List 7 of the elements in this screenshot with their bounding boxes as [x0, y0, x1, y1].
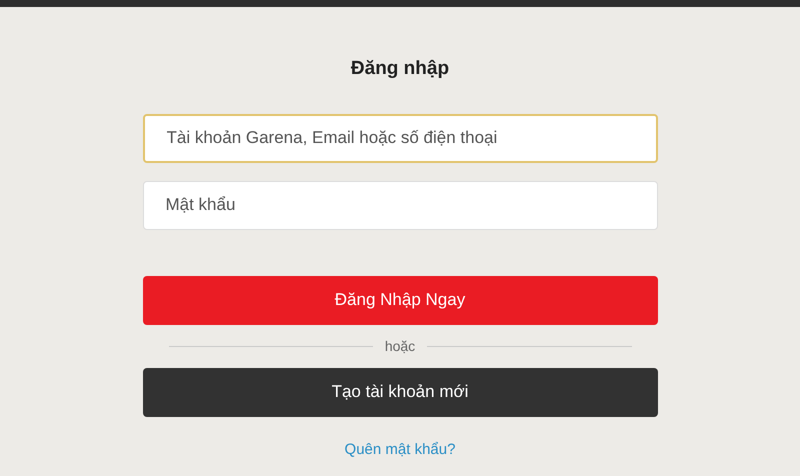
register-button[interactable]: Tạo tài khoản mới [142, 368, 658, 416]
forgot-password-link[interactable]: Quên mật khẩu? [344, 438, 456, 461]
page-title: Đăng nhập [350, 57, 450, 81]
divider-text: hoặc [384, 336, 416, 356]
input-field[interactable]: Tài khoản Garena, Email hoặc số điện thoại [142, 114, 658, 162]
input-field[interactable]: Mật khẩu [142, 180, 658, 230]
login-button[interactable]: Đăng Nhập Ngay [142, 276, 658, 324]
